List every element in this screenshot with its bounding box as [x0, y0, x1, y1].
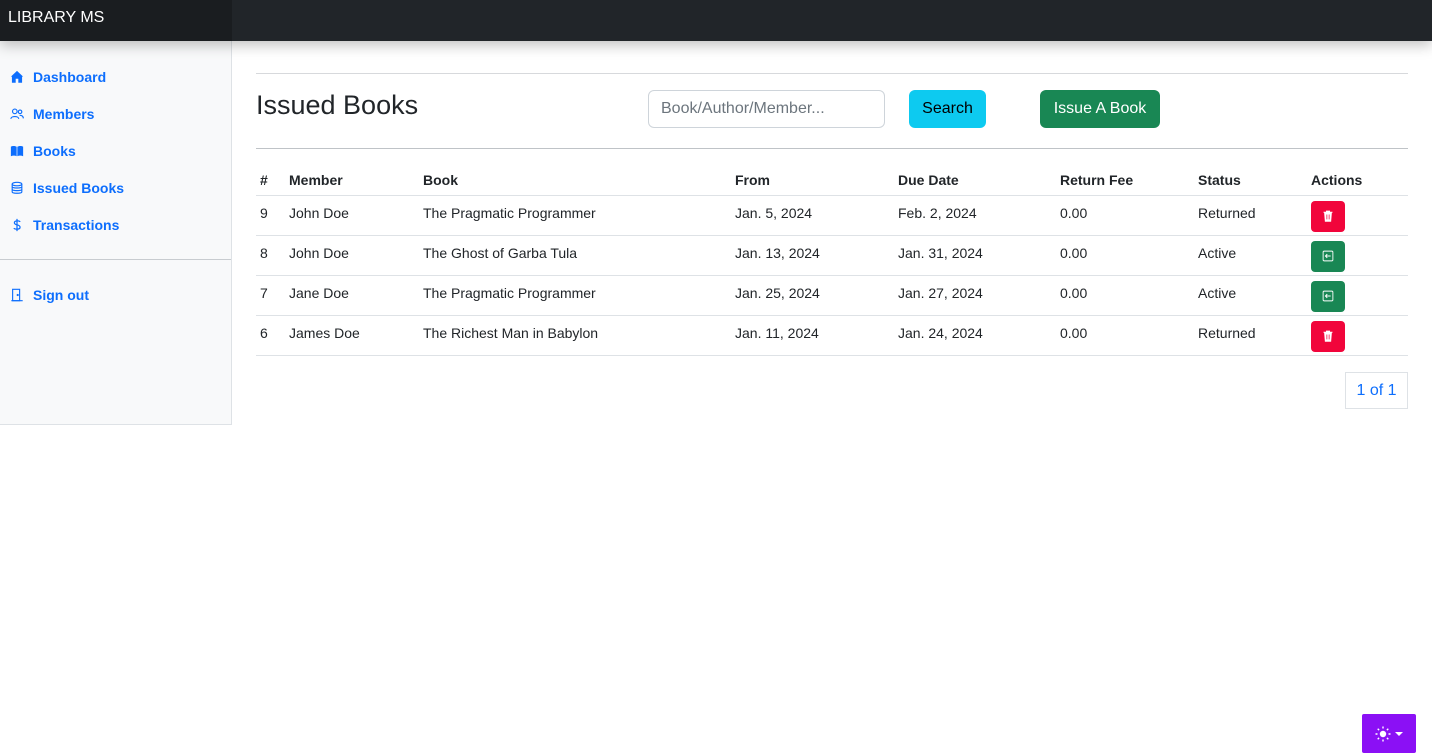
sidebar: Dashboard Members Books Issued Books Tra…	[0, 41, 232, 425]
cell-from: Jan. 13, 2024	[731, 235, 894, 276]
return-book-button[interactable]	[1311, 240, 1345, 272]
house-icon	[10, 70, 24, 84]
cell-id: 6	[256, 315, 285, 356]
cell-member: John Doe	[285, 235, 419, 276]
column-header-return-fee: Return Fee	[1056, 165, 1194, 196]
column-header-actions: Actions	[1307, 165, 1408, 196]
sidebar-divider	[0, 259, 231, 260]
table-row: 8 John Doe The Ghost of Garba Tula Jan. …	[256, 235, 1408, 276]
column-header-member: Member	[285, 165, 419, 196]
column-header-status: Status	[1194, 165, 1307, 196]
sidebar-item-dashboard[interactable]: Dashboard	[10, 66, 106, 88]
cell-member: Jane Doe	[285, 275, 419, 316]
cell-from: Jan. 11, 2024	[731, 315, 894, 356]
table-row: 6 James Doe The Richest Man in Babylon J…	[256, 315, 1408, 356]
theme-toggle-button[interactable]	[1362, 714, 1416, 753]
cell-id: 9	[256, 195, 285, 236]
top-navbar: LIBRARY MS	[0, 0, 1432, 41]
brand-link[interactable]: LIBRARY MS	[0, 0, 232, 41]
sidebar-item-label: Members	[33, 106, 95, 122]
door-icon	[10, 288, 24, 302]
cell-id: 8	[256, 235, 285, 276]
cell-actions	[1307, 315, 1408, 356]
header-divider	[256, 148, 1408, 149]
search-input[interactable]	[648, 90, 885, 128]
sidebar-item-members[interactable]: Members	[10, 103, 94, 125]
sidebar-item-issued-books[interactable]: Issued Books	[10, 177, 124, 199]
return-book-button[interactable]	[1311, 280, 1345, 312]
cell-from: Jan. 5, 2024	[731, 195, 894, 236]
people-icon	[10, 107, 24, 121]
cell-actions	[1307, 195, 1408, 236]
table-header-row: # Member Book From Due Date Return Fee S…	[256, 165, 1408, 196]
cell-status: Returned	[1194, 195, 1307, 236]
sidebar-item-books[interactable]: Books	[10, 140, 76, 162]
database-icon	[10, 181, 24, 195]
cell-book: The Richest Man in Babylon	[419, 315, 731, 356]
box-arrow-in-left-icon	[1322, 250, 1334, 262]
dollar-icon	[10, 218, 24, 232]
cell-actions	[1307, 235, 1408, 276]
cell-return-fee: 0.00	[1056, 275, 1194, 316]
cell-book: The Pragmatic Programmer	[419, 275, 731, 316]
table-row: 7 Jane Doe The Pragmatic Programmer Jan.…	[256, 275, 1408, 316]
pagination-indicator[interactable]: 1 of 1	[1345, 372, 1408, 409]
delete-button[interactable]	[1311, 200, 1345, 232]
cell-due-date: Jan. 27, 2024	[894, 275, 1056, 316]
sidebar-item-label: Dashboard	[33, 69, 107, 85]
cell-member: James Doe	[285, 315, 419, 356]
cell-book: The Ghost of Garba Tula	[419, 235, 731, 276]
column-header-due-date: Due Date	[894, 165, 1056, 196]
sidebar-item-signout[interactable]: Sign out	[10, 284, 89, 306]
delete-button[interactable]	[1311, 320, 1345, 352]
book-icon	[10, 144, 24, 158]
sidebar-item-label: Sign out	[33, 287, 89, 303]
sun-icon	[1375, 726, 1391, 741]
cell-status: Returned	[1194, 315, 1307, 356]
table-row: 9 John Doe The Pragmatic Programmer Jan.…	[256, 195, 1408, 236]
cell-status: Active	[1194, 235, 1307, 276]
sidebar-item-label: Issued Books	[33, 180, 125, 196]
cell-due-date: Jan. 31, 2024	[894, 235, 1056, 276]
trash-icon	[1323, 210, 1333, 222]
cell-return-fee: 0.00	[1056, 235, 1194, 276]
trash-icon	[1323, 330, 1333, 342]
search-button[interactable]: Search	[909, 90, 986, 128]
cell-id: 7	[256, 275, 285, 316]
cell-member: John Doe	[285, 195, 419, 236]
cell-due-date: Jan. 24, 2024	[894, 315, 1056, 356]
sidebar-item-label: Books	[33, 143, 76, 159]
chevron-down-icon	[1395, 731, 1403, 736]
cell-return-fee: 0.00	[1056, 315, 1194, 356]
top-divider	[256, 73, 1408, 74]
column-header-book: Book	[419, 165, 731, 196]
page-title: Issued Books	[256, 90, 419, 120]
sidebar-item-transactions[interactable]: Transactions	[10, 214, 119, 236]
cell-status: Active	[1194, 275, 1307, 316]
issued-books-table: # Member Book From Due Date Return Fee S…	[256, 165, 1408, 356]
issue-book-button[interactable]: Issue A Book	[1040, 90, 1160, 128]
cell-book: The Pragmatic Programmer	[419, 195, 731, 236]
box-arrow-in-left-icon	[1322, 290, 1334, 302]
cell-return-fee: 0.00	[1056, 195, 1194, 236]
column-header-from: From	[731, 165, 894, 196]
cell-from: Jan. 25, 2024	[731, 275, 894, 316]
sidebar-item-label: Transactions	[33, 217, 120, 233]
cell-due-date: Feb. 2, 2024	[894, 195, 1056, 236]
column-header-id: #	[256, 165, 285, 196]
cell-actions	[1307, 275, 1408, 316]
